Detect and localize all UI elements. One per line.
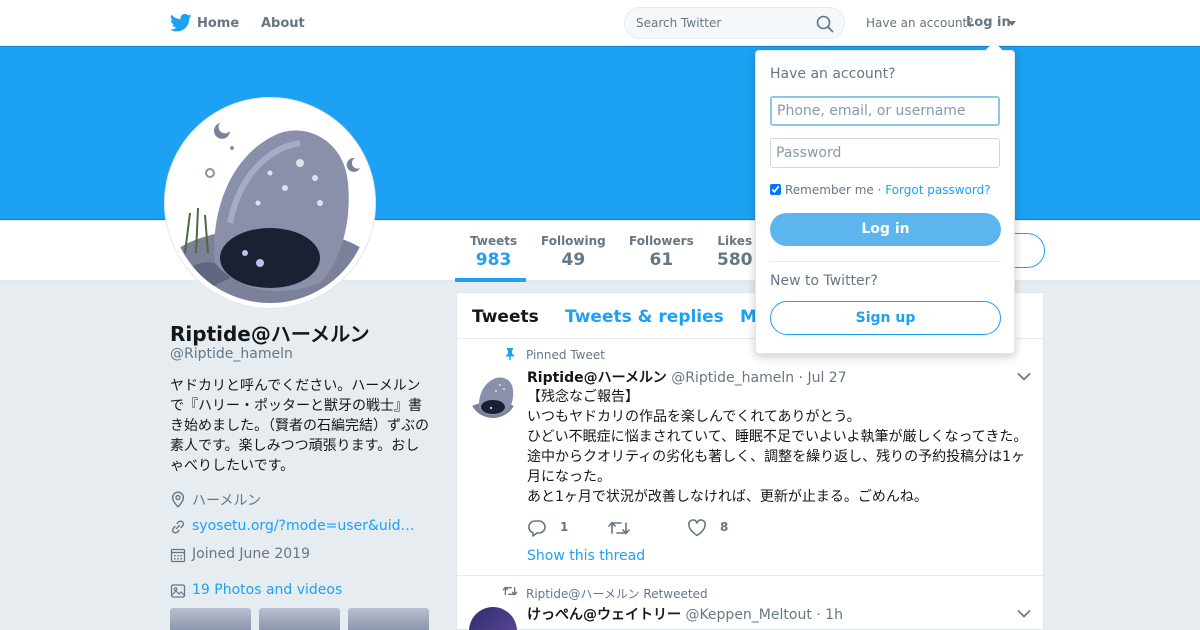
tweet-header: けっぺん@ウェイトリー @Keppen_Meltout · 1h [527, 604, 843, 624]
top-navigation: Home About Have an account? Log in [0, 0, 1200, 46]
tweet-item[interactable]: Riptide@ハーメルン Retweeted けっぺん@ウェイトリー @Kep… [457, 577, 1045, 630]
like-count: 8 [720, 520, 729, 534]
remember-me-checkbox[interactable] [770, 184, 781, 195]
joined-date: Joined June 2019 [192, 546, 310, 562]
tweet-item[interactable]: Pinned Tweet Riptide@ハーメルン @Riptide_hame… [457, 340, 1045, 576]
username-field[interactable] [770, 96, 1000, 126]
link-icon [171, 520, 185, 534]
nav-about-link[interactable]: About [261, 16, 305, 31]
new-to-twitter-text: New to Twitter? [770, 273, 878, 289]
stat-value: 580 [717, 250, 753, 270]
photo-thumbnail[interactable] [259, 608, 340, 630]
stat-label: Following [541, 234, 606, 248]
search-box [624, 7, 845, 39]
search-input[interactable] [636, 14, 811, 32]
search-icon[interactable] [816, 15, 834, 33]
stat-likes[interactable]: Likes 580 [717, 234, 753, 270]
retweeted-label: Riptide@ハーメルン Retweeted [526, 587, 708, 601]
tweet-line: ひどい不眠症に悩まされていて、睡眠不足でいよいよ執筆が厳しくなってきた。 [527, 429, 1028, 445]
reply-icon [528, 520, 546, 537]
remember-me-row: Remember me · Forgot password? [770, 183, 991, 197]
reply-count: 1 [560, 520, 569, 534]
website-link[interactable]: syosetu.org/?mode=user&uid… [192, 518, 415, 534]
separator-dot: · [798, 370, 803, 386]
tweet-line: 途中からクオリティの劣化も著しく、調整を繰り返し、残りの予約投稿分は1ヶ月になっ… [527, 449, 1026, 485]
stat-followers[interactable]: Followers 61 [629, 234, 694, 270]
login-button[interactable]: Log in [770, 213, 1001, 246]
nav-home-link[interactable]: Home [197, 16, 239, 31]
heart-icon [688, 519, 706, 537]
chevron-down-icon[interactable] [1008, 21, 1016, 26]
tweet-text: 【残念なご報告】 いつもヤドカリの作品を楽しんでくれてありがとう。 ひどい不眠症… [527, 387, 1037, 507]
stat-label: Tweets [470, 234, 518, 248]
pinned-label: Pinned Tweet [526, 348, 605, 362]
pin-icon [506, 348, 514, 360]
tweet-author-handle[interactable]: @Riptide_hameln [671, 370, 794, 386]
stat-label: Likes [717, 234, 753, 248]
profile-name[interactable]: Riptide@ハーメルン [170, 318, 370, 347]
tweet-line: 【残念なご報告】 [527, 389, 639, 405]
stat-value: 61 [649, 250, 674, 270]
retweet-icon [502, 586, 518, 596]
separator-dot: · [816, 607, 821, 623]
stat-value: 983 [475, 250, 512, 270]
photo-icon [170, 584, 186, 598]
tweet-avatar[interactable] [469, 370, 517, 418]
signup-button[interactable]: Sign up [770, 301, 1001, 335]
dropdown-title: Have an account? [770, 66, 896, 82]
photo-thumbnail[interactable] [170, 608, 251, 630]
tweet-header: Riptide@ハーメルン @Riptide_hameln · Jul 27 [527, 367, 847, 387]
stat-label: Followers [629, 234, 694, 248]
show-thread-link[interactable]: Show this thread [527, 548, 645, 564]
tweet-author-name[interactable]: けっぺん@ウェイトリー [527, 607, 681, 623]
twitter-bird-icon[interactable] [170, 13, 192, 33]
stat-tweets[interactable]: Tweets 983 [470, 234, 517, 270]
tweet-date[interactable]: Jul 27 [807, 370, 846, 386]
login-dropdown: Have an account? Remember me · Forgot pa… [755, 41, 1015, 354]
profile-bio: ヤドカリと呼んでください。ハーメルンで『ハリー・ポッターと獣牙の戦士』書き始めま… [170, 378, 429, 474]
tweet-avatar[interactable] [469, 607, 517, 630]
tab-tweets-replies[interactable]: Tweets & replies [565, 307, 724, 327]
forgot-password-link[interactable]: Forgot password? [885, 183, 990, 197]
retweet-icon [608, 521, 630, 535]
tweet-line: あと1ヶ月で状況が改善しなければ、更新が止まる。ごめんね。 [527, 489, 928, 505]
chevron-down-icon[interactable] [1017, 372, 1031, 382]
profile-avatar[interactable] [165, 98, 375, 308]
tweet-author-name[interactable]: Riptide@ハーメルン [527, 370, 667, 386]
active-tab-indicator [455, 278, 526, 282]
tab-tweets[interactable]: Tweets [472, 307, 539, 327]
divider [770, 261, 1001, 262]
avatar-image [469, 370, 517, 418]
stat-value: 49 [561, 250, 586, 270]
calendar-icon [170, 548, 186, 563]
photo-thumbnail[interactable] [348, 608, 429, 630]
remember-me-label[interactable]: Remember me [785, 183, 874, 197]
hermit-crab-illustration [170, 103, 370, 303]
have-account-text: Have an account? [866, 16, 974, 30]
location-pin-icon [171, 491, 185, 508]
location-text: ハーメルン [192, 493, 262, 509]
tweet-line: いつもヤドカリの作品を楽しんでくれてありがとう。 [527, 409, 861, 425]
tweet-author-handle[interactable]: @Keppen_Meltout [685, 607, 811, 623]
chevron-down-icon[interactable] [1017, 609, 1031, 619]
login-menu-button[interactable]: Log in [966, 15, 1011, 30]
photos-videos-label[interactable]: 19 Photos and videos [192, 582, 342, 598]
separator-dot: · [873, 183, 886, 197]
tweet-date[interactable]: 1h [825, 607, 843, 623]
profile-handle[interactable]: @Riptide_hameln [170, 346, 293, 362]
stat-following[interactable]: Following 49 [541, 234, 606, 270]
password-field[interactable] [770, 138, 1000, 168]
